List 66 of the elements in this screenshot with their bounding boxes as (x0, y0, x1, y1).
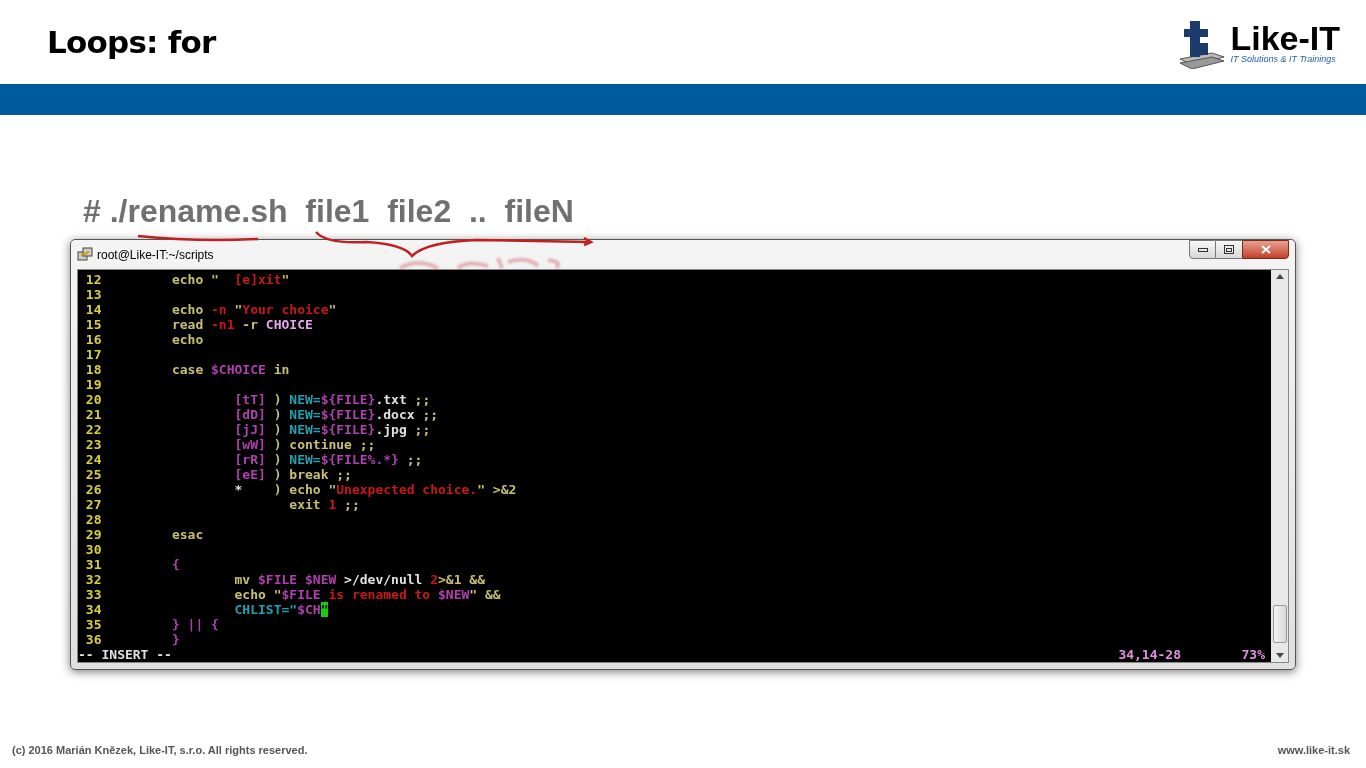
line-number: 14 (84, 302, 103, 317)
logo-name: Like-IT (1230, 20, 1340, 55)
line-number: 27 (84, 497, 103, 512)
logo-tagline: IT Solutions & IT Trainings (1230, 54, 1336, 64)
line-number: 29 (84, 527, 103, 542)
code-line: mv $FILE $NEW >/dev/null 2>&1 && (233, 572, 485, 587)
code-line: [rR] ) NEW=${FILE%.*} ;; (233, 452, 423, 467)
line-number: 20 (84, 392, 103, 407)
scroll-down-icon[interactable] (1275, 653, 1284, 658)
code-line: [eE] ) break ;; (233, 467, 352, 482)
code-line: echo -n "Your choice" (170, 302, 337, 317)
code-line: * ) echo "Unexpected choice." >&2 (233, 482, 517, 497)
code-line: CHLIST="$CH" (233, 602, 329, 617)
code-line: [dD] ) NEW=${FILE}.docx ;; (233, 407, 439, 422)
line-number: 25 (84, 467, 103, 482)
scroll-percent: 73% (1240, 647, 1266, 662)
slide-title: Loops: for (47, 22, 216, 62)
line-number: 18 (84, 362, 103, 377)
maximize-icon (1224, 245, 1234, 254)
line-number: 21 (84, 407, 103, 422)
code-line: { (170, 557, 180, 572)
maximize-button[interactable] (1216, 240, 1242, 259)
line-number: 32 (84, 572, 103, 587)
terminal-icon (77, 246, 93, 263)
line-number: 34 (84, 602, 103, 617)
copyright-text: (c) 2016 Marián Knězek, Like-IT, s.r.o. All rights reserved. (12, 742, 308, 758)
code-line: echo (170, 332, 204, 347)
scroll-thumb[interactable] (1272, 605, 1287, 643)
scrollbar[interactable] (1271, 270, 1288, 662)
website-text: www.like-it.sk (1277, 742, 1350, 758)
line-number: 15 (84, 317, 103, 332)
code-line: [jJ] ) NEW=${FILE}.jpg ;; (233, 422, 431, 437)
cursor-position: 34,14-28 (1118, 647, 1181, 662)
code-line: read -n1 -r CHOICE (170, 317, 313, 332)
line-number: 30 (84, 542, 103, 557)
line-number: 23 (84, 437, 103, 452)
command-text: # ./rename.sh file1 file2 .. fileN (83, 192, 574, 231)
code-line: [wW] ) continue ;; (233, 437, 376, 452)
code-line: echo " [e]xit" (170, 272, 290, 287)
close-icon (1260, 245, 1271, 254)
close-button[interactable] (1242, 240, 1289, 259)
code-line: [tT] ) NEW=${FILE}.txt ;; (233, 392, 431, 407)
line-number: 17 (84, 347, 103, 362)
line-number: 16 (84, 332, 103, 347)
minimize-button[interactable] (1189, 240, 1216, 259)
line-number: 28 (84, 512, 103, 527)
line-number: 24 (84, 452, 103, 467)
line-number: 26 (84, 482, 103, 497)
line-number: 33 (84, 587, 103, 602)
code-line: echo "$FILE is renamed to $NEW" && (233, 587, 501, 602)
line-number: 36 (84, 632, 103, 647)
line-number: 31 (84, 557, 103, 572)
line-number: 12 (84, 272, 103, 287)
line-number: 35 (84, 617, 103, 632)
window-title: root@Like-IT:~/scripts (97, 246, 214, 264)
line-number: 22 (84, 422, 103, 437)
code-line: exit 1 ;; (288, 497, 360, 512)
minimize-icon (1197, 247, 1208, 252)
code-line: case $CHOICE in (170, 362, 290, 377)
code-line: } (170, 632, 180, 647)
scroll-up-icon[interactable] (1275, 274, 1284, 279)
code-line: } || { (170, 617, 219, 632)
line-number: 13 (84, 287, 103, 302)
vim-mode: -- INSERT -- (78, 647, 172, 662)
line-number: 19 (84, 377, 103, 392)
code-line: esac (170, 527, 204, 542)
